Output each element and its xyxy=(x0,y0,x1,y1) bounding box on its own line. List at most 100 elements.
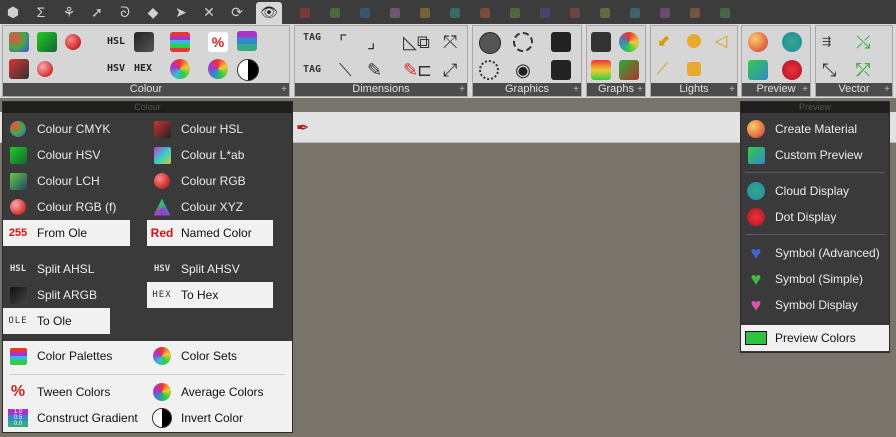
measure-icon[interactable]: ⤢ xyxy=(443,60,463,80)
menu-item-cloud-display[interactable]: Cloud Display xyxy=(741,178,889,204)
average-icon[interactable] xyxy=(208,59,228,79)
tag-icon[interactable]: TAG xyxy=(303,64,321,75)
box-icon[interactable]: ⧉ xyxy=(417,32,437,52)
gradient-icon[interactable] xyxy=(237,31,257,51)
save-icon[interactable] xyxy=(551,32,571,52)
vector-path-icon[interactable]: ⤡ xyxy=(822,60,842,80)
menu-item-from-ole[interactable]: 255 From Ole xyxy=(3,220,130,246)
menu-item-symbol-advanced[interactable]: ♥ Symbol (Advanced) xyxy=(741,240,889,266)
menu-item-colour-lch[interactable]: Colour LCH xyxy=(3,168,143,194)
tab-maths[interactable]: Σ xyxy=(30,2,52,22)
group-label: Preview + xyxy=(742,83,810,96)
circle-dashed-icon[interactable] xyxy=(513,32,533,52)
bar-graph-icon[interactable] xyxy=(591,32,611,52)
menu-item-color-sets[interactable]: Color Sets xyxy=(147,343,287,369)
menu-item-dot-display[interactable]: Dot Display xyxy=(741,204,889,230)
split-ahsv-icon[interactable]: HSV xyxy=(107,63,125,74)
menu-item-colour-xyz[interactable]: Colour XYZ xyxy=(147,194,287,220)
material-icon xyxy=(745,119,767,139)
angle-icon[interactable]: ⌜ xyxy=(339,32,359,52)
tab-curve[interactable]: ᘐ xyxy=(114,2,136,22)
palettes-icon[interactable] xyxy=(170,32,190,52)
menu-item-colour-cmyk[interactable]: Colour CMYK xyxy=(3,116,143,142)
tab-surface[interactable]: ◆ xyxy=(142,2,164,22)
lch-icon xyxy=(7,171,29,191)
save-alt-icon[interactable] xyxy=(551,60,571,80)
dimension-icon[interactable]: ⌟ xyxy=(367,32,387,52)
menu-item-create-material[interactable]: Create Material xyxy=(741,116,889,142)
menu-item-colour-hsv[interactable]: Colour HSV xyxy=(3,142,143,168)
faded-tab-icon xyxy=(450,8,460,18)
spiral-icon: ⟳ xyxy=(231,4,243,20)
argb-prism-icon[interactable] xyxy=(134,32,154,52)
area-light-icon[interactable] xyxy=(687,62,701,76)
directional-light-icon[interactable]: ⬋ xyxy=(657,32,677,52)
vector-green-icon[interactable]: ⤯ xyxy=(856,32,876,52)
bracket-icon[interactable]: ⊏ xyxy=(417,60,437,80)
color-sets-icon[interactable] xyxy=(170,59,190,79)
menu-item-split-argb[interactable]: Split ARGB xyxy=(3,282,143,308)
lch-icon[interactable] xyxy=(9,59,29,79)
tween-icon[interactable]: % xyxy=(208,32,228,52)
menu-item-construct-gradient[interactable]: 1.0 0.5 0.0 Construct Gradient xyxy=(3,405,143,431)
tag-icon[interactable]: TAG xyxy=(303,32,321,43)
circle-dotted-icon[interactable] xyxy=(479,60,499,80)
legend-icon[interactable] xyxy=(591,60,611,80)
menu-item-colour-rgb[interactable]: Colour RGB xyxy=(147,168,287,194)
dot-icon[interactable] xyxy=(782,60,802,80)
menu-item-colour-lab[interactable]: Colour L*ab xyxy=(147,142,287,168)
line-light-icon[interactable]: ⟋ xyxy=(657,60,677,80)
tab-mesh[interactable]: ➤ xyxy=(170,2,192,22)
rgb-icon xyxy=(151,171,173,191)
menu-item-to-hex[interactable]: HEX To Hex xyxy=(147,282,273,308)
to-ole-icon: OLE xyxy=(8,316,28,326)
to-hex-icon[interactable]: HEX xyxy=(134,63,152,74)
tab-intersect[interactable]: ✕ xyxy=(198,2,220,22)
hsv-cube-icon[interactable] xyxy=(37,32,57,52)
pencil-icon[interactable]: ✎ xyxy=(367,60,387,80)
circle-filled-icon[interactable] xyxy=(479,32,501,54)
symbol-display-icon: ♥ xyxy=(750,294,762,315)
tab-sets[interactable]: ⚘ xyxy=(58,2,80,22)
menu-item-custom-preview[interactable]: Custom Preview xyxy=(741,142,889,168)
menu-item-average-colors[interactable]: Average Colors xyxy=(147,379,287,405)
menu-item-invert-color[interactable]: Invert Color xyxy=(147,405,287,431)
cmyk-icon[interactable] xyxy=(9,32,29,52)
crossline-icon[interactable]: ⤧ xyxy=(443,32,463,52)
vector-field-icon[interactable]: ⤱ xyxy=(856,60,876,80)
point-light-icon[interactable] xyxy=(687,34,701,48)
menu-item-tween-colors[interactable]: % Tween Colors xyxy=(3,379,143,405)
cloud-icon[interactable] xyxy=(782,32,802,52)
menu-item-color-palettes[interactable]: Color Palettes xyxy=(3,343,143,369)
tab-params[interactable]: ⬢ xyxy=(2,2,24,22)
menu-item-to-ole[interactable]: OLE To Ole xyxy=(3,308,110,334)
eye-icon[interactable]: ◉ xyxy=(513,60,533,80)
paint-brush-icon[interactable]: ✒ xyxy=(296,118,309,138)
menu-item-symbol-display[interactable]: ♥ Symbol Display xyxy=(741,292,889,318)
tab-display[interactable]: 👁 xyxy=(256,2,282,24)
line-graph-icon[interactable] xyxy=(619,60,639,80)
tab-transform[interactable]: ⟳ xyxy=(226,2,248,22)
menu-item-named-color[interactable]: Red Named Color xyxy=(147,220,273,246)
menu-item-colour-rgb-f[interactable]: Colour RGB (f) xyxy=(3,194,143,220)
ribbon-group-preview: Preview + xyxy=(741,25,811,97)
menu-item-colour-hsl[interactable]: Colour HSL xyxy=(147,116,287,142)
custom-preview-icon[interactable] xyxy=(748,60,768,80)
pie-graph-icon[interactable] xyxy=(619,32,639,52)
line-dim-icon[interactable]: ⟍ xyxy=(339,60,359,80)
spot-light-icon[interactable]: ◁ xyxy=(715,32,735,52)
invert-icon[interactable] xyxy=(237,59,259,81)
menu-item-preview-colors[interactable]: Preview Colors xyxy=(741,325,889,351)
menu-item-split-ahsl[interactable]: HSL Split AHSL xyxy=(3,256,143,282)
tab-vector[interactable]: ➚ xyxy=(86,2,108,22)
hsl-icon xyxy=(151,119,173,139)
vector-display-icon[interactable]: ⇶ xyxy=(822,32,842,52)
menu-item-split-ahsv[interactable]: HSV Split AHSV xyxy=(147,256,287,282)
material-icon[interactable] xyxy=(748,32,768,52)
split-ahsl-icon[interactable]: HSL xyxy=(107,36,125,47)
tween-icon: % xyxy=(10,383,26,400)
menu-item-symbol-simple[interactable]: ♥ Symbol (Simple) xyxy=(741,266,889,292)
rgb-float-icon[interactable] xyxy=(37,61,53,77)
rgb-icon[interactable] xyxy=(65,34,81,50)
group-label: Graphs + xyxy=(587,83,645,96)
